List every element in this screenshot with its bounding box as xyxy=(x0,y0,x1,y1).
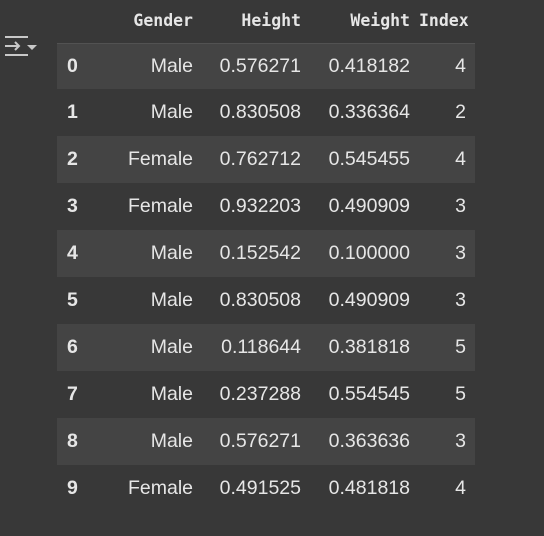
row-index-label: 1 xyxy=(67,101,78,123)
row-index-label: 9 xyxy=(67,477,78,499)
cell-gender: Male xyxy=(150,242,193,264)
cell-gender: Female xyxy=(127,148,193,170)
dataframe-table: Gender Height Weight Index 0 Male 0.576271… xyxy=(57,0,475,512)
cell-index: 2 xyxy=(455,101,466,123)
cell-index: 5 xyxy=(455,336,466,358)
cell-height: 0.576271 xyxy=(219,54,301,77)
cell-height: 0.932203 xyxy=(219,195,301,217)
table-body: 0 Male 0.576271 0.418182 4 1 Male 0.830508 0.336… xyxy=(57,43,475,512)
table-row: 7 Male 0.237288 0.554545 5 xyxy=(57,371,475,418)
cell-gender: Male xyxy=(150,430,193,452)
column-header-height: Height xyxy=(202,0,310,44)
cell-index: 4 xyxy=(455,477,466,499)
row-index-label: 6 xyxy=(67,336,78,358)
table-row: 2 Female 0.762712 0.545455 4 xyxy=(57,136,475,183)
row-index-label: 2 xyxy=(67,148,78,170)
cell-gender: Male xyxy=(150,54,193,77)
cell-index: 5 xyxy=(455,383,466,405)
cell-height: 0.237288 xyxy=(219,383,301,405)
table-row: 5 Male 0.830508 0.490909 3 xyxy=(57,277,475,324)
cell-weight: 0.418182 xyxy=(328,54,410,77)
cell-weight: 0.363636 xyxy=(328,430,410,452)
row-index-label: 5 xyxy=(67,289,78,311)
cell-gender: Female xyxy=(127,195,193,217)
table-row: 4 Male 0.152542 0.100000 3 xyxy=(57,230,475,277)
row-index-label: 4 xyxy=(67,242,78,264)
table-row: 6 Male 0.118644 0.381818 5 xyxy=(57,324,475,371)
cell-index: 3 xyxy=(455,289,466,311)
table-row: 9 Female 0.491525 0.481818 4 xyxy=(57,465,475,512)
cell-height: 0.491525 xyxy=(219,477,301,499)
table-row: 3 Female 0.932203 0.490909 3 xyxy=(57,183,475,230)
cell-weight: 0.336364 xyxy=(328,101,410,123)
cell-gender: Male xyxy=(150,289,193,311)
table-row: 8 Male 0.576271 0.363636 3 xyxy=(57,418,475,465)
cell-weight: 0.100000 xyxy=(328,242,410,264)
cell-index: 3 xyxy=(455,242,466,264)
cell-index: 3 xyxy=(455,195,466,217)
column-header-index: Index xyxy=(419,0,475,44)
table-row: 0 Male 0.576271 0.418182 4 xyxy=(57,43,475,89)
cell-height: 0.830508 xyxy=(219,289,301,311)
cell-height: 0.576271 xyxy=(219,430,301,452)
dataframe-output: Gender Height Weight Index 0 Male 0.576271… xyxy=(57,0,475,512)
table-row: 1 Male 0.830508 0.336364 2 xyxy=(57,89,475,136)
cell-height: 0.118644 xyxy=(221,336,301,358)
cell-height: 0.152542 xyxy=(219,242,301,264)
cell-height: 0.830508 xyxy=(219,101,301,123)
column-header-weight: Weight xyxy=(310,0,419,44)
cell-weight: 0.481818 xyxy=(328,477,410,499)
row-index-label: 3 xyxy=(67,195,78,217)
index-header xyxy=(57,0,87,44)
table-header-row: Gender Height Weight Index xyxy=(57,0,475,44)
cell-weight: 0.381818 xyxy=(328,336,410,358)
cell-index: 4 xyxy=(455,148,466,170)
cell-index: 4 xyxy=(455,54,466,77)
cell-gender: Male xyxy=(150,101,193,123)
cell-height: 0.762712 xyxy=(219,148,301,170)
output-options-icon[interactable] xyxy=(3,33,37,61)
row-index-label: 8 xyxy=(67,430,78,452)
cell-index: 3 xyxy=(455,430,466,452)
row-index-label: 7 xyxy=(67,383,78,405)
cell-weight: 0.554545 xyxy=(328,383,410,405)
cell-weight: 0.490909 xyxy=(328,195,410,217)
cell-gender: Male xyxy=(150,383,193,405)
cell-weight: 0.490909 xyxy=(328,289,410,311)
cell-weight: 0.545455 xyxy=(328,148,410,170)
column-header-gender: Gender xyxy=(87,0,202,44)
cell-gender: Female xyxy=(127,477,193,499)
cell-gender: Male xyxy=(150,336,193,358)
row-index-label: 0 xyxy=(67,54,78,77)
output-toolbar xyxy=(0,0,44,536)
